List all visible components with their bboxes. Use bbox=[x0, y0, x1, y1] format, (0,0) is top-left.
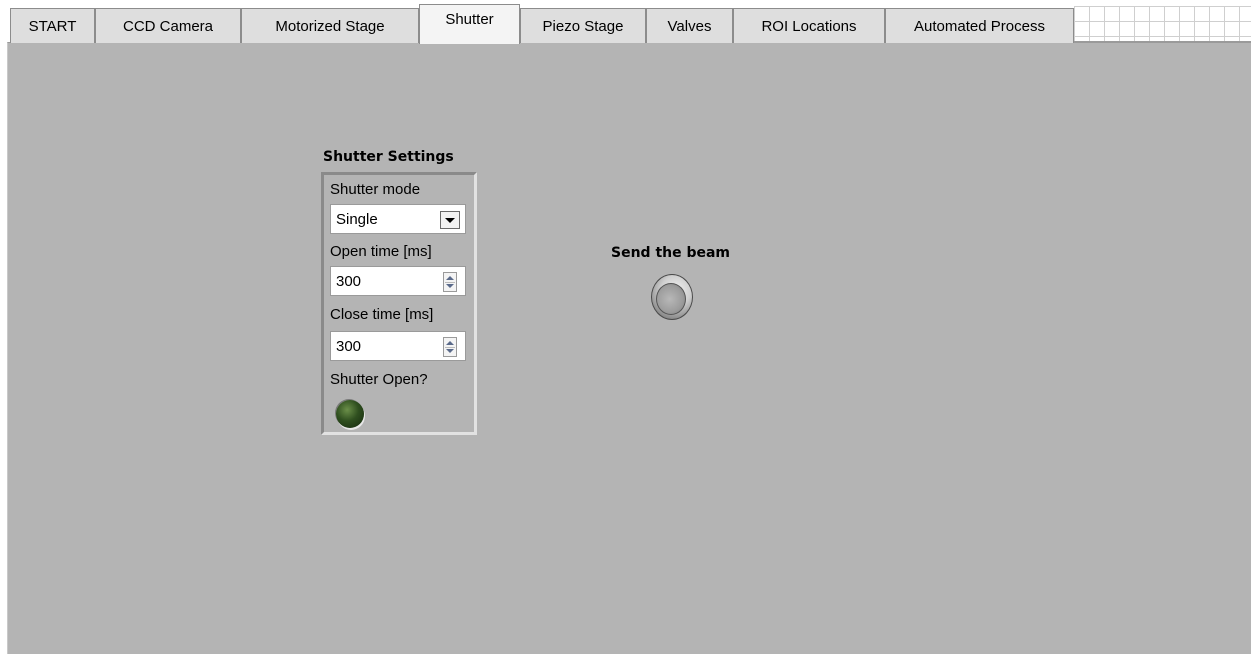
shutter-mode-value: Single bbox=[336, 210, 378, 228]
tab-label: Piezo Stage bbox=[542, 17, 624, 35]
open-time-value: 300 bbox=[336, 272, 362, 290]
tab-automated-process[interactable]: Automated Process bbox=[885, 8, 1074, 43]
tab-motorized-stage[interactable]: Motorized Stage bbox=[241, 8, 419, 43]
tab-shutter[interactable]: Shutter bbox=[419, 4, 520, 44]
tab-label: Shutter bbox=[445, 11, 494, 28]
send-beam-button[interactable] bbox=[651, 274, 693, 320]
tab-label: Automated Process bbox=[914, 17, 1045, 35]
open-time-input[interactable]: 300 bbox=[330, 266, 466, 296]
labview-front-panel: START CCD Camera Motorized Stage Shutter… bbox=[0, 0, 1251, 654]
shutter-open-label: Shutter Open? bbox=[330, 371, 428, 388]
open-time-stepper-icon[interactable] bbox=[443, 272, 457, 292]
tab-label: CCD Camera bbox=[122, 17, 213, 35]
tab-label: ROI Locations bbox=[761, 17, 857, 35]
tab-label: Motorized Stage bbox=[275, 17, 385, 35]
tab-label: Valves bbox=[667, 17, 712, 35]
tab-content-panel bbox=[7, 42, 1251, 654]
tab-piezo-stage[interactable]: Piezo Stage bbox=[520, 8, 646, 43]
tab-roi-locations[interactable]: ROI Locations bbox=[733, 8, 885, 43]
tab-ccd-camera[interactable]: CCD Camera bbox=[95, 8, 241, 43]
close-time-label: Close time [ms] bbox=[330, 306, 434, 323]
chevron-down-icon[interactable] bbox=[440, 211, 460, 229]
shutter-open-led-indicator bbox=[336, 400, 364, 428]
tab-valves[interactable]: Valves bbox=[646, 8, 733, 43]
close-time-input[interactable]: 300 bbox=[330, 331, 466, 361]
tab-label: START bbox=[28, 17, 77, 35]
shutter-mode-dropdown[interactable]: Single bbox=[330, 204, 466, 234]
shutter-mode-label: Shutter mode bbox=[330, 181, 421, 198]
shutter-settings-title: Shutter Settings bbox=[323, 149, 454, 165]
send-beam-label: Send the beam bbox=[611, 245, 731, 261]
open-time-label: Open time [ms] bbox=[330, 243, 432, 260]
tab-start[interactable]: START bbox=[10, 8, 95, 43]
close-time-value: 300 bbox=[336, 337, 362, 355]
tab-strip-grid bbox=[1074, 6, 1251, 42]
close-time-stepper-icon[interactable] bbox=[443, 337, 457, 357]
